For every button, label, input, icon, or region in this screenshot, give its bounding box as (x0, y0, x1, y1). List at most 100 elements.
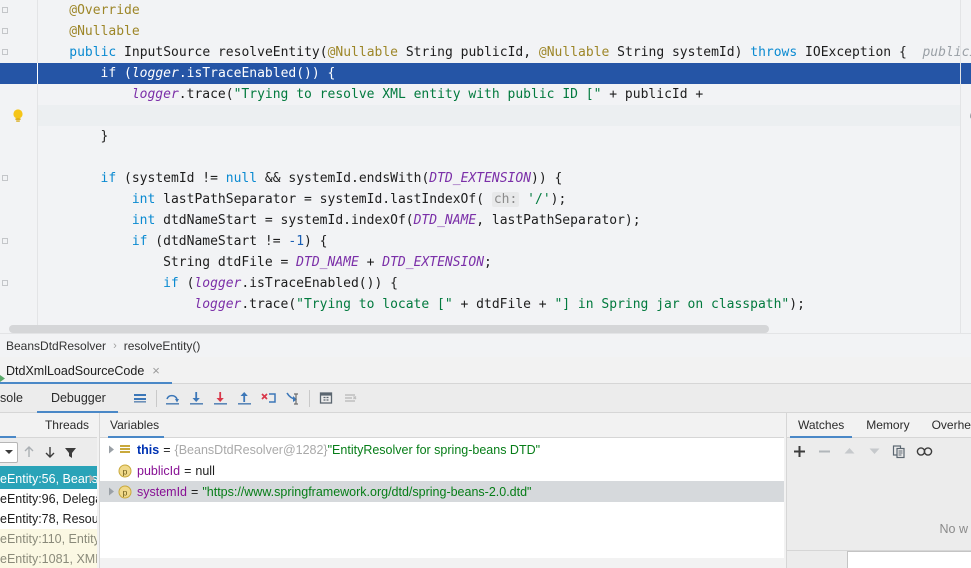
vcs-annotation-highlight (38, 105, 960, 126)
add-watch-icon[interactable] (787, 438, 812, 464)
layout-settings-icon[interactable] (128, 384, 152, 413)
force-step-into-icon[interactable] (209, 384, 233, 413)
breadcrumb-item-class[interactable]: BeansDtdResolver (6, 339, 106, 353)
variables-panel-header[interactable]: Variables (100, 413, 784, 438)
code-line-text: if (logger.isTraceEnabled()) { (101, 63, 336, 84)
code-editor[interactable]: @Override @Nullable public InputSource res… (0, 0, 971, 333)
breadcrumb-item-method[interactable]: resolveEntity() (124, 339, 201, 353)
variable-row[interactable]: p publicId = null (100, 460, 784, 481)
run-to-cursor-icon[interactable] (281, 384, 305, 413)
run-configuration-tabs[interactable]: DtdXmlLoadSourceCode × (0, 357, 971, 384)
code-line[interactable]: int dtdNameStart = systemId.indexOf(DTD_… (0, 210, 971, 231)
code-fold-icon[interactable] (2, 7, 8, 13)
svg-text:p: p (123, 487, 128, 497)
evaluate-expression-icon[interactable] (314, 384, 338, 413)
code-token-fld: logger (131, 87, 179, 102)
watches-tabs[interactable]: Watches Memory Overhe (787, 413, 971, 438)
code-line-text: logger.trace("Trying to resolve XML enti… (132, 84, 703, 105)
code-text-area[interactable]: @Override @Nullable public InputSource res… (0, 0, 971, 333)
variables-panel[interactable]: Variables this = {BeansDtdResolver@1282} "… (99, 413, 784, 568)
step-out-icon[interactable] (233, 384, 257, 413)
variables-tree[interactable]: this = {BeansDtdResolver@1282} "EntityReso… (100, 439, 784, 568)
code-token-pln: ) { (304, 234, 328, 249)
svg-text:p: p (123, 466, 128, 476)
up-arrow-icon[interactable] (18, 438, 39, 466)
code-line[interactable]: if (logger.isTraceEnabled()) { (0, 273, 971, 294)
code-line[interactable]: } (0, 126, 971, 147)
code-line[interactable]: @Override (0, 0, 971, 21)
tab-console[interactable]: sole (0, 384, 33, 413)
stack-frame-item[interactable]: eEntity:96, Delega (0, 489, 97, 509)
variable-name: systemId (137, 484, 188, 499)
close-icon[interactable]: × (152, 364, 160, 377)
stack-frame-item[interactable]: eEntity:78, Resour (0, 509, 97, 529)
variable-equals: = (184, 463, 192, 478)
code-fold-icon[interactable] (2, 28, 8, 34)
tab-dtdxmlloadsourcecode[interactable]: DtdXmlLoadSourceCode × (0, 357, 169, 384)
editor-horizontal-scrollbar[interactable] (9, 325, 769, 333)
code-line[interactable]: int lastPathSeparator = systemId.lastInd… (0, 189, 971, 210)
code-token-pln: InputSource resolveEntity( (116, 45, 328, 60)
tab-overhe[interactable]: Overhe (921, 413, 971, 438)
code-line[interactable]: String dtdFile = DTD_NAME + DTD_EXTENSIO… (0, 252, 971, 273)
drop-frame-icon[interactable] (257, 384, 281, 413)
frames-panel[interactable]: Threads eEntity:56, BeansD eEntity:96, D… (0, 413, 97, 568)
expand-arrow-icon[interactable] (104, 481, 118, 502)
variable-name: this (137, 442, 160, 457)
code-line[interactable]: "] and system ID [" + systemId + "]"); P… (0, 105, 971, 126)
tab-watches[interactable]: Watches (787, 413, 855, 438)
code-token-pln: .trace( (241, 297, 297, 312)
code-line[interactable]: if (systemId != null && systemId.endsWit… (0, 168, 971, 189)
mute-breakpoints-icon[interactable] (338, 384, 362, 413)
frames-panel-header[interactable]: Threads (0, 413, 97, 438)
code-line-text: @Override (69, 0, 139, 21)
tab-memory[interactable]: Memory (855, 413, 920, 438)
code-token-pln: (systemId != (116, 171, 226, 186)
stack-frames-list[interactable]: eEntity:56, BeansD eEntity:96, Delega eEnt… (0, 469, 97, 568)
watches-input-field[interactable] (847, 551, 971, 568)
stack-frame-item[interactable]: eEntity:1081, XML (0, 549, 97, 568)
variable-row[interactable]: p systemId = "https://www.springframework.o… (100, 481, 784, 502)
code-token-kw: if (100, 66, 117, 81)
remove-watch-icon[interactable] (812, 438, 837, 464)
stack-frame-item[interactable]: eEntity:56, BeansD (0, 469, 97, 489)
step-over-icon[interactable] (161, 384, 185, 413)
filter-icon[interactable] (60, 438, 81, 466)
code-line[interactable] (0, 147, 971, 168)
code-line[interactable]: public InputSource resolveEntity(@Nullab… (0, 42, 971, 63)
tab-debugger[interactable]: Debugger (33, 384, 122, 413)
code-line[interactable]: logger.trace("Trying to resolve XML enti… (0, 84, 971, 105)
code-line[interactable]: logger.trace("Trying to locate [" + dtdF… (0, 294, 971, 315)
watches-toolbar[interactable] (787, 438, 971, 464)
watches-panel[interactable]: Watches Memory Overhe No w (786, 413, 971, 568)
inspect-icon[interactable] (912, 438, 937, 464)
editor-vertical-scrollbar[interactable] (960, 0, 971, 333)
debugger-toolbar[interactable]: sole Debugger (0, 384, 971, 413)
ide-window: @Override @Nullable public InputSource res… (0, 0, 971, 568)
code-fold-icon[interactable] (2, 175, 8, 181)
code-token-fld: logger (194, 297, 242, 312)
frames-scroll-right-icon[interactable] (88, 471, 97, 485)
down-arrow-icon[interactable] (39, 438, 60, 466)
thread-selector-icon[interactable] (0, 441, 18, 463)
intention-bulb-icon[interactable] (11, 108, 25, 123)
move-up-icon[interactable] (837, 438, 862, 464)
code-fold-icon[interactable] (2, 280, 8, 286)
code-token-cst: DTD_NAME (296, 255, 359, 270)
duplicate-icon[interactable] (887, 438, 912, 464)
frames-toolbar[interactable] (0, 438, 97, 466)
code-fold-icon[interactable] (2, 238, 8, 244)
variables-vertical-scrollbar[interactable] (776, 439, 784, 568)
variable-type: {BeansDtdResolver@1282} (174, 442, 328, 457)
breadcrumb[interactable]: BeansDtdResolver › resolveEntity() (0, 333, 971, 357)
code-line[interactable]: if (dtdNameStart != -1) { (0, 231, 971, 252)
code-line[interactable]: @Nullable (0, 21, 971, 42)
code-line-text: if (dtdNameStart != -1) { (132, 231, 328, 252)
expand-arrow-icon[interactable] (104, 439, 118, 460)
code-line[interactable]: if (logger.isTraceEnabled()) { (0, 63, 971, 84)
move-down-icon[interactable] (862, 438, 887, 464)
code-fold-icon[interactable] (2, 49, 8, 55)
step-into-icon[interactable] (185, 384, 209, 413)
variable-row[interactable]: this = {BeansDtdResolver@1282} "EntityReso… (100, 439, 784, 460)
stack-frame-item[interactable]: eEntity:110, EntityR (0, 529, 97, 549)
